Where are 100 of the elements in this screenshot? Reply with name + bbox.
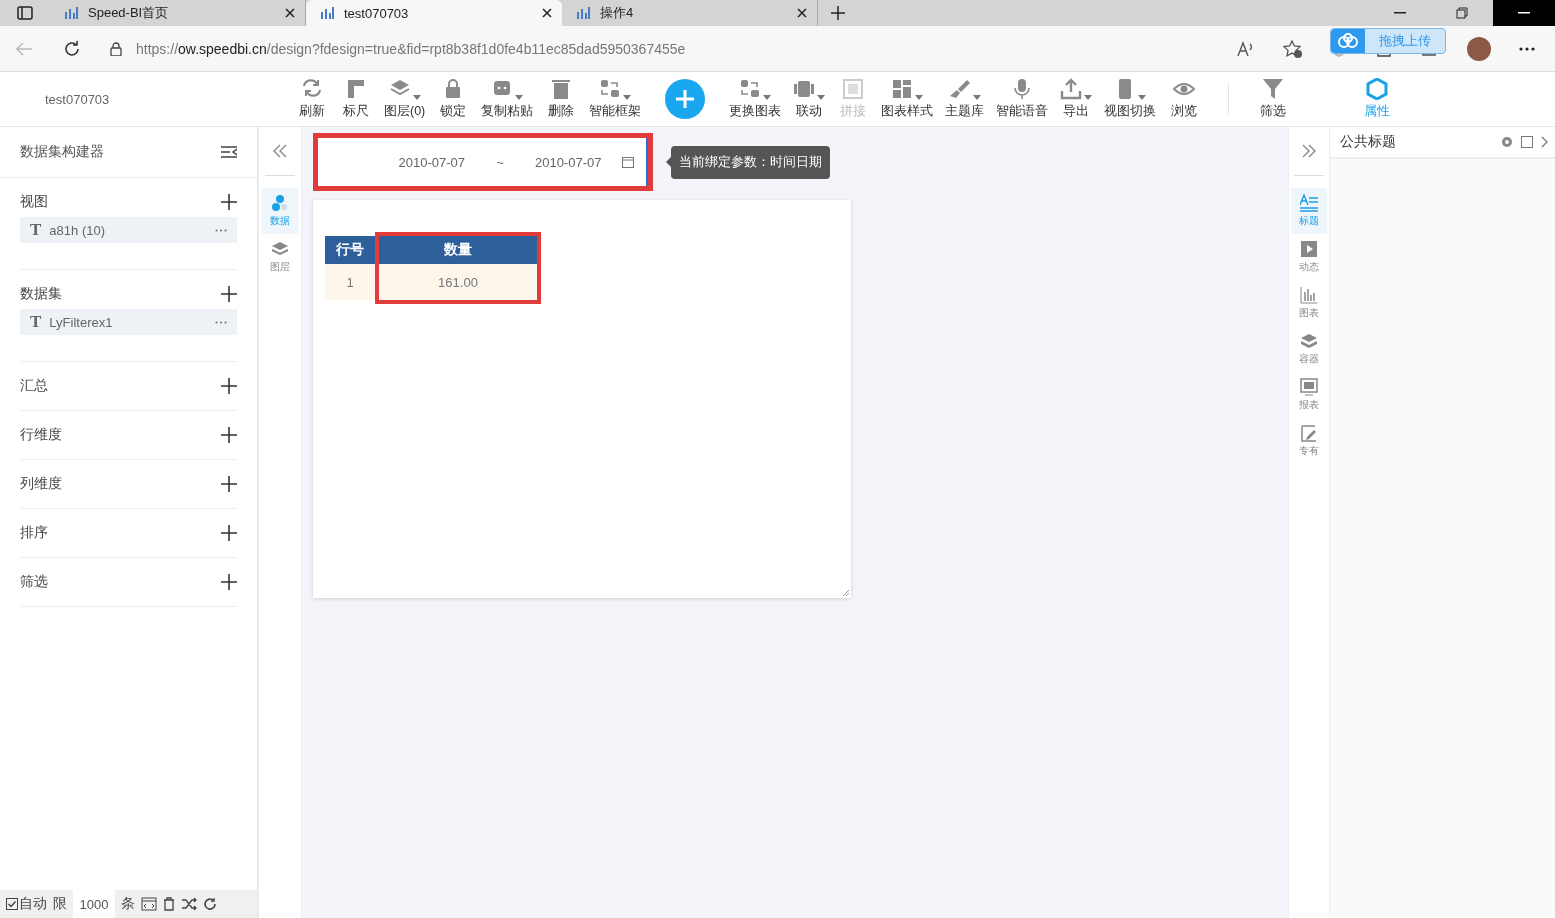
grid-layout-icon: [891, 78, 914, 100]
toolbar-button[interactable]: 更换图表: [723, 78, 788, 120]
toolbar-button[interactable]: 智能语音: [990, 78, 1055, 120]
table-cell: 161.00: [379, 264, 537, 300]
trash-icon: [163, 897, 175, 911]
section-label: 行维度: [20, 425, 62, 444]
plus-icon: [221, 524, 237, 541]
monitor-icon: [1300, 378, 1318, 396]
add-button[interactable]: [221, 285, 237, 302]
dash-icon: [1518, 12, 1530, 14]
more-icon: [1519, 46, 1535, 51]
square-icon: [1521, 136, 1533, 148]
refresh-icon: [301, 78, 323, 100]
bar-chart-icon: [64, 7, 78, 19]
table-cell: 1: [325, 264, 375, 300]
linked-panels-icon: [793, 78, 816, 100]
section-label: 汇总: [20, 376, 48, 395]
toolbar-button[interactable]: 导出: [1054, 78, 1099, 120]
layers-icon: [271, 240, 289, 258]
toolbar-button[interactable]: 删除: [539, 78, 584, 120]
favorite-add-icon: [1283, 39, 1303, 58]
add-button[interactable]: [221, 573, 237, 590]
side-tab[interactable]: 专有: [1291, 418, 1327, 464]
column-header[interactable]: 数量: [379, 236, 537, 264]
tooltip-pointer-icon: [666, 157, 671, 167]
restore-icon: [1456, 7, 1468, 19]
column-header[interactable]: 行号: [325, 236, 375, 264]
section-label: 列维度: [20, 474, 62, 493]
close-icon: [285, 8, 295, 18]
expand-icon: [1301, 143, 1317, 159]
toolbar-button[interactable]: 浏览: [1162, 78, 1207, 120]
avatar-icon[interactable]: [1467, 36, 1491, 61]
side-tab[interactable]: 图层: [262, 234, 298, 280]
side-tab[interactable]: 图表: [1291, 280, 1327, 326]
plus-icon: [831, 6, 845, 20]
upload-icon: [1060, 78, 1083, 100]
brush-icon: [948, 78, 971, 100]
title-text-icon: [1300, 194, 1318, 212]
stack-icon: [1300, 332, 1318, 350]
collapse-icon: [272, 143, 288, 159]
plus-icon: [221, 426, 237, 443]
side-tab[interactable]: 动态: [1291, 234, 1327, 280]
date-range-field[interactable]: 2010-07-07 ~ 2010-07-07: [318, 138, 648, 186]
url-text: https://ow.speedbi.cn/design?fdesign=true&fid=rpt8b38f1d0fe4b11ec85dad5950367455e: [136, 40, 686, 57]
plus-icon: [221, 193, 237, 210]
cloud-icon: [1337, 33, 1359, 49]
toolbar-button[interactable]: 智能框架: [583, 78, 648, 120]
add-button[interactable]: [221, 475, 237, 492]
add-button[interactable]: [221, 426, 237, 443]
toolbar-button[interactable]: 标尺: [334, 78, 378, 120]
browser-tab[interactable]: test070703: [306, 0, 562, 26]
add-button[interactable]: [221, 193, 237, 210]
shuffle-icon: [181, 897, 197, 911]
more-icon: [215, 228, 227, 232]
close-icon: [542, 8, 552, 18]
window-icon: [17, 6, 33, 20]
swap-chart-icon: [739, 78, 762, 100]
more-icon: [215, 320, 227, 324]
minimize-icon: [1394, 12, 1406, 14]
toolbar-button[interactable]: 复制粘贴: [475, 78, 540, 120]
trash-icon: [550, 78, 573, 100]
toolbar-button[interactable]: 视图切换: [1098, 78, 1163, 120]
panel-title: 数据集构建器: [20, 143, 104, 161]
close-icon: [797, 8, 807, 18]
limit-label: 限: [53, 895, 67, 913]
checkbox-icon[interactable]: [6, 898, 18, 910]
toolbar-button[interactable]: 图表样式: [875, 78, 940, 120]
add-button[interactable]: [221, 524, 237, 541]
section-label: 筛选: [20, 572, 48, 591]
limit-input[interactable]: 1000: [73, 890, 115, 918]
toolbar-button[interactable]: 刷新: [290, 78, 334, 120]
side-tab[interactable]: 容器: [1291, 326, 1327, 372]
collapse-list-icon: [221, 145, 237, 159]
plus-icon: [674, 88, 697, 110]
calendar-icon: [622, 156, 634, 168]
side-tab[interactable]: 报表: [1291, 372, 1327, 418]
tooltip: 当前绑定参数：时间日期: [671, 145, 830, 179]
ruler-icon: [345, 78, 367, 100]
toolbar-button[interactable]: 联动: [787, 78, 832, 120]
toolbar-button[interactable]: 筛选: [1251, 78, 1296, 120]
toolbar-button[interactable]: 锁定: [431, 78, 476, 120]
bar-chart-icon: [320, 7, 334, 19]
list-item[interactable]: T LyFilterex1: [20, 309, 237, 335]
list-item[interactable]: T a81h (10): [20, 217, 237, 243]
filter-icon: [1262, 78, 1285, 100]
read-aloud-icon: [1237, 40, 1255, 57]
toolbar-button[interactable]: 主题库: [939, 78, 991, 120]
lock-icon: [110, 41, 122, 56]
toolbar-button[interactable]: 图层(0): [378, 78, 432, 120]
splice-icon: [842, 78, 865, 100]
plus-icon: [221, 475, 237, 492]
bar-chart-icon: [576, 7, 590, 19]
edit-frame-icon: [1300, 424, 1318, 442]
plus-icon: [221, 377, 237, 394]
bar-chart-icon: [1300, 286, 1318, 304]
panel-title: 公共标题: [1340, 133, 1397, 151]
hexagon-icon: [1366, 78, 1389, 100]
chevron-right-icon: [1541, 136, 1549, 148]
add-button[interactable]: [221, 377, 237, 394]
reload-icon: [203, 897, 217, 911]
